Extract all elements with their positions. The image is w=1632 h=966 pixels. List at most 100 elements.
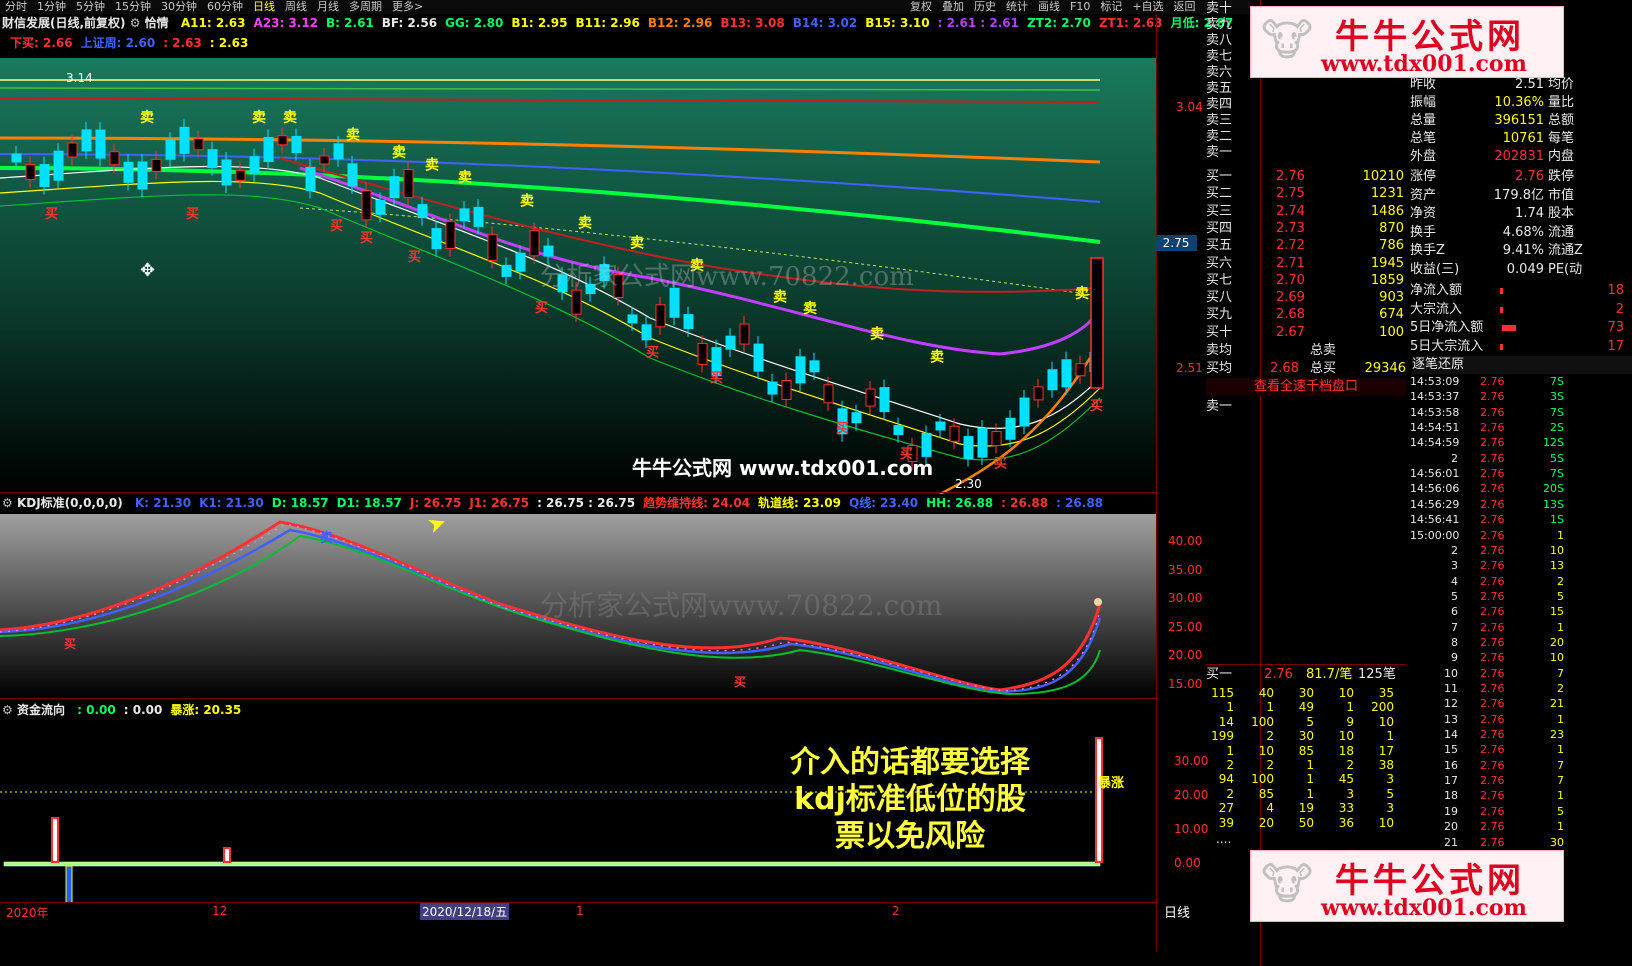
stock-stat-value: 4.68% [1502,224,1544,240]
stat-value: 396151 [1494,113,1544,128]
tab-7[interactable]: 周线 [280,0,312,14]
toolbar-button-5[interactable]: F10 [1065,0,1095,14]
candle [431,228,442,250]
tab-4[interactable]: 30分钟 [156,0,202,14]
chart-area[interactable]: 财信发展(日线,前复权) ⚙ 恰情 A11: 2.63 A23: 3.12 B: 2… [0,14,1258,966]
stat-row-4: 外盘 202831 内盘 [1408,148,1632,166]
candle [319,155,330,165]
candle [501,264,512,277]
toolbar-button-2[interactable]: 历史 [969,0,1001,14]
tab-1[interactable]: 1分钟 [32,0,71,14]
tick-price: 2.76 [1480,451,1505,465]
candle [165,139,176,160]
toolbar-button-3[interactable]: 统计 [1001,0,1033,14]
date-cursor: 2020/12/18/五 [420,903,510,920]
tick-volume: 23 [1550,728,1564,742]
avg-buy-price: 2.68 [1270,361,1299,376]
stat-key2: 均价 [1548,77,1575,92]
stat-value: 202831 [1494,149,1544,164]
toolbar-button-1[interactable]: 叠加 [937,0,969,14]
tick-price: 2.76 [1480,789,1505,803]
candle [95,129,106,159]
tab-3[interactable]: 15分钟 [110,0,156,14]
tick-time: 6 [1451,605,1458,619]
stock-stat-key2: 流通 [1548,224,1575,240]
tick-price: 2.76 [1480,543,1505,557]
tab-10[interactable]: 更多> [387,0,428,14]
buy-level-price: 2.73 [1276,220,1305,236]
fund-bar-negative [65,865,73,902]
kdj-axis-label-2: 30.00 [1168,591,1203,605]
flow-row-0: 净流入额 18 [1408,282,1632,300]
period-label: 日线 [1164,906,1191,921]
candle [515,252,526,272]
tick-volume: 2S [1550,421,1564,435]
tab-9[interactable]: 多周期 [344,0,387,14]
queue-cell: 35 [1378,686,1394,700]
stock-stat-key2: 股本 [1548,206,1575,221]
tick-price: 2.76 [1480,835,1505,849]
buy-level-volume: 1231 [1370,186,1404,202]
toolbar-button-0[interactable]: 复权 [905,0,937,14]
buy-signal-3: 买 [360,231,373,246]
queue-cell: 38 [1378,758,1394,772]
tab-2[interactable]: 5分钟 [71,0,110,14]
toolbar-button-8[interactable]: 返回 [1169,0,1201,14]
queue-cell: 100 [1251,714,1274,729]
view-all-button[interactable]: 查看全速千档盘口 [1254,379,1358,394]
kdj-param-8: 轨道线: 23.09 [758,496,841,510]
gear-icon[interactable]: ⚙ [130,16,141,30]
candle [67,142,78,158]
queue-cell: 94 [1218,772,1234,787]
toolbar-button-4[interactable]: 画线 [1033,0,1065,14]
tick-time: 14:53:09 [1410,375,1460,388]
sell-signal-0: 卖 [140,109,154,126]
main-param-1: A23: 3.12 [253,16,319,30]
candle [207,149,218,169]
annotation-line-3: 票以免风险 [835,819,985,854]
candle [865,388,876,407]
tick-time: 8 [1451,635,1458,649]
tick-price: 2.76 [1480,651,1505,665]
stock-stat-key: 收益(三) [1410,261,1460,277]
kdj-axis-label-5: 15.00 [1168,676,1203,691]
queue-avg: 81.7/笔 [1306,667,1353,682]
fund-gear-icon[interactable]: ⚙ [2,703,13,717]
stock-stat-row-1: 资产 179.8亿 市值 [1408,187,1632,205]
buy-level-7: 买八 2.69 903 [1206,289,1406,307]
tick-time: 20 [1444,820,1458,834]
candle [333,143,344,160]
candle [935,421,946,431]
stock-stat-value: 179.8亿 [1493,187,1544,203]
candle [459,208,470,222]
candle [361,190,372,221]
candle [781,380,792,401]
toolbar-button-7[interactable]: +自选 [1127,0,1168,14]
fund-bar-0 [51,817,59,863]
tab-0[interactable]: 分时 [0,0,32,14]
tab-6[interactable]: 日线 [248,0,280,14]
tick-price: 2.76 [1480,589,1505,603]
toolbar-button-6[interactable]: 标记 [1095,0,1127,14]
kdj-gear-icon[interactable]: ⚙ [2,496,13,510]
kdj-axis-label-4: 20.00 [1168,648,1203,662]
candle [305,166,316,191]
tab-5[interactable]: 60分钟 [202,0,248,14]
buy-level-volume: 674 [1379,307,1404,323]
tick-price: 2.76 [1480,666,1505,680]
tick-time: 9 [1451,651,1458,665]
tab-8[interactable]: 月线 [312,0,344,14]
queue-cell: 39 [1218,815,1234,830]
queue-cell: 10 [1258,743,1274,758]
queue-cell: 45 [1338,772,1354,787]
cow-icon: 🐮 [1261,15,1314,66]
queue-cell: 2 [1346,758,1354,772]
queue-more: .... [1216,832,1232,846]
buy-level-1: 买二 2.75 1231 [1206,185,1406,203]
cow-icon-2: 🐮 [1261,859,1314,910]
stock-stat-key2: 跌停 [1548,169,1575,184]
tick-volume: 1 [1557,528,1564,542]
stock-stat-row-3: 换手 4.68% 流通 [1408,224,1632,242]
queue-cell: 27 [1218,801,1234,816]
buy-level-5: 买六 2.71 1945 [1206,255,1406,273]
